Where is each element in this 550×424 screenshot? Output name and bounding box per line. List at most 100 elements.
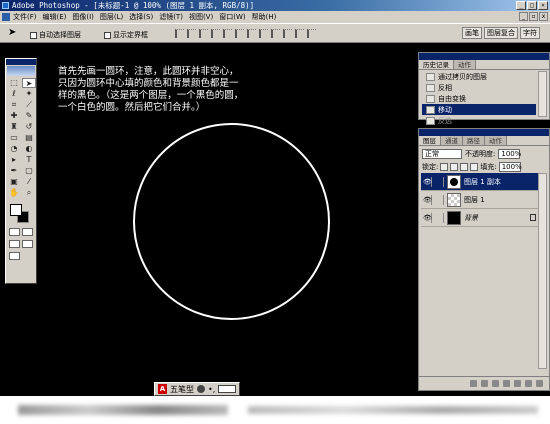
- eyedropper-tool-icon[interactable]: ⁄: [22, 177, 36, 187]
- lock-position-icon[interactable]: [460, 163, 469, 171]
- hand-tool-icon[interactable]: ✋: [7, 188, 21, 198]
- tab-actions[interactable]: 动作: [454, 60, 476, 69]
- blur-tool-icon[interactable]: ◔: [7, 144, 21, 154]
- tab-character[interactable]: 字符: [520, 27, 540, 39]
- path-select-icon[interactable]: ▸: [7, 155, 21, 165]
- trash-icon[interactable]: [536, 380, 543, 387]
- layer-row[interactable]: 👁 背景: [421, 209, 539, 227]
- marquee-tool-icon[interactable]: ⬚: [7, 78, 21, 88]
- gradient-tool-icon[interactable]: ▤: [22, 133, 36, 143]
- align-bottom-icon[interactable]: [199, 29, 208, 38]
- layer-row[interactable]: 👁 图层 1: [421, 191, 539, 209]
- menu-layer[interactable]: 图层(L): [100, 12, 123, 22]
- align-right-icon[interactable]: [235, 29, 244, 38]
- foreground-color-swatch[interactable]: [10, 204, 22, 216]
- ime-mode-label[interactable]: 五笔型: [170, 384, 194, 395]
- history-item[interactable]: 自由变换: [422, 93, 536, 104]
- doc-minimize-button[interactable]: _: [519, 12, 528, 21]
- healing-brush-icon[interactable]: ✚: [7, 111, 21, 121]
- pen-tool-icon[interactable]: ✒: [7, 166, 21, 176]
- new-layer-icon[interactable]: [525, 380, 532, 387]
- punctuation-icon[interactable]: •,: [208, 385, 215, 394]
- show-bounds-checkbox[interactable]: 显示定界框: [104, 30, 148, 40]
- tab-layers[interactable]: 图层: [419, 136, 441, 145]
- full-screen-menu-icon[interactable]: [22, 240, 33, 248]
- eraser-tool-icon[interactable]: ▭: [7, 133, 21, 143]
- tab-actions[interactable]: 动作: [485, 136, 507, 145]
- soft-keyboard-icon[interactable]: [218, 385, 237, 393]
- lasso-tool-icon[interactable]: ℓ: [7, 89, 21, 99]
- tab-layer-comps[interactable]: 图层复合: [484, 27, 518, 39]
- doc-close-button[interactable]: x: [539, 12, 548, 21]
- fill-field[interactable]: 100%: [498, 162, 522, 172]
- jump-to-imageready-icon[interactable]: [9, 252, 20, 260]
- distribute-hcenter-icon[interactable]: [295, 29, 304, 38]
- adjustment-layer-icon[interactable]: [514, 380, 521, 387]
- doc-restore-button[interactable]: ▫: [529, 12, 538, 21]
- clone-stamp-icon[interactable]: ♜: [7, 122, 21, 132]
- menu-help[interactable]: 帮助(H): [252, 12, 277, 22]
- checkbox-box[interactable]: [104, 31, 111, 39]
- tab-channels[interactable]: 通道: [441, 136, 463, 145]
- link-layers-icon[interactable]: [470, 380, 477, 387]
- eye-icon[interactable]: 👁: [423, 176, 432, 187]
- crop-tool-icon[interactable]: ⌗: [7, 100, 21, 110]
- move-tool-icon[interactable]: ➤: [8, 27, 16, 38]
- lock-transparency-icon[interactable]: [440, 163, 449, 171]
- history-item-selected[interactable]: 移动: [422, 104, 536, 115]
- tab-history[interactable]: 历史记录: [419, 60, 454, 69]
- eye-icon[interactable]: 👁: [423, 194, 432, 205]
- distribute-left-icon[interactable]: [283, 29, 292, 38]
- feather-logo[interactable]: [7, 66, 35, 76]
- history-titlebar[interactable]: [419, 53, 549, 60]
- standard-screen-icon[interactable]: [9, 240, 20, 248]
- blend-mode-select[interactable]: 正常: [422, 149, 462, 159]
- brush-link-icon[interactable]: [435, 194, 444, 205]
- checkbox-box[interactable]: [30, 31, 37, 39]
- align-vcenter-icon[interactable]: [187, 29, 196, 38]
- eye-icon[interactable]: 👁: [423, 212, 432, 223]
- half-width-icon[interactable]: [197, 385, 205, 393]
- history-item-undone[interactable]: 反选: [422, 115, 536, 126]
- minimize-button[interactable]: _: [516, 1, 526, 10]
- toolbox-titlebar[interactable]: [6, 59, 36, 65]
- new-set-icon[interactable]: [503, 380, 510, 387]
- layers-titlebar[interactable]: [419, 129, 549, 136]
- dodge-tool-icon[interactable]: ◐: [22, 144, 36, 154]
- align-hcenter-icon[interactable]: [223, 29, 232, 38]
- menu-select[interactable]: 选择(S): [129, 12, 153, 22]
- magic-wand-tool-icon[interactable]: ✦: [22, 89, 36, 99]
- lock-pixels-icon[interactable]: [450, 163, 459, 171]
- brush-link-icon[interactable]: [435, 212, 444, 223]
- zoom-tool-icon[interactable]: ⌕: [22, 188, 36, 198]
- layer-row-selected[interactable]: 👁 图层 1 副本: [421, 173, 539, 191]
- distribute-bottom-icon[interactable]: [271, 29, 280, 38]
- shape-tool-icon[interactable]: ▢: [22, 166, 36, 176]
- layer-style-icon[interactable]: [481, 380, 488, 387]
- align-top-icon[interactable]: [175, 29, 184, 38]
- menu-filter[interactable]: 滤镜(T): [159, 12, 183, 22]
- history-item[interactable]: 反相: [422, 82, 536, 93]
- lock-all-icon[interactable]: [470, 163, 479, 171]
- menu-edit[interactable]: 编辑(E): [43, 12, 67, 22]
- ime-switch-icon[interactable]: A: [158, 384, 167, 394]
- close-button[interactable]: ×: [538, 1, 548, 10]
- tab-brushes[interactable]: 画笔: [462, 27, 482, 39]
- quick-mask-icon[interactable]: [22, 228, 33, 236]
- notes-tool-icon[interactable]: ▣: [7, 177, 21, 187]
- move-tool-icon[interactable]: ➤: [22, 78, 36, 88]
- slice-tool-icon[interactable]: ⟋: [22, 100, 36, 110]
- history-brush-icon[interactable]: ↺: [22, 122, 36, 132]
- menu-image[interactable]: 图像(I): [72, 12, 94, 22]
- standard-mode-icon[interactable]: [9, 228, 20, 236]
- history-scrollbar[interactable]: [538, 71, 547, 117]
- type-tool-icon[interactable]: T: [22, 155, 36, 165]
- distribute-vcenter-icon[interactable]: [259, 29, 268, 38]
- distribute-right-icon[interactable]: [307, 29, 316, 38]
- auto-select-checkbox[interactable]: 自动选择图层: [30, 30, 81, 40]
- menu-window[interactable]: 窗口(W): [219, 12, 245, 22]
- align-left-icon[interactable]: [211, 29, 220, 38]
- layers-scrollbar[interactable]: [538, 173, 547, 369]
- menu-view[interactable]: 视图(V): [189, 12, 213, 22]
- brush-link-icon[interactable]: [435, 176, 444, 187]
